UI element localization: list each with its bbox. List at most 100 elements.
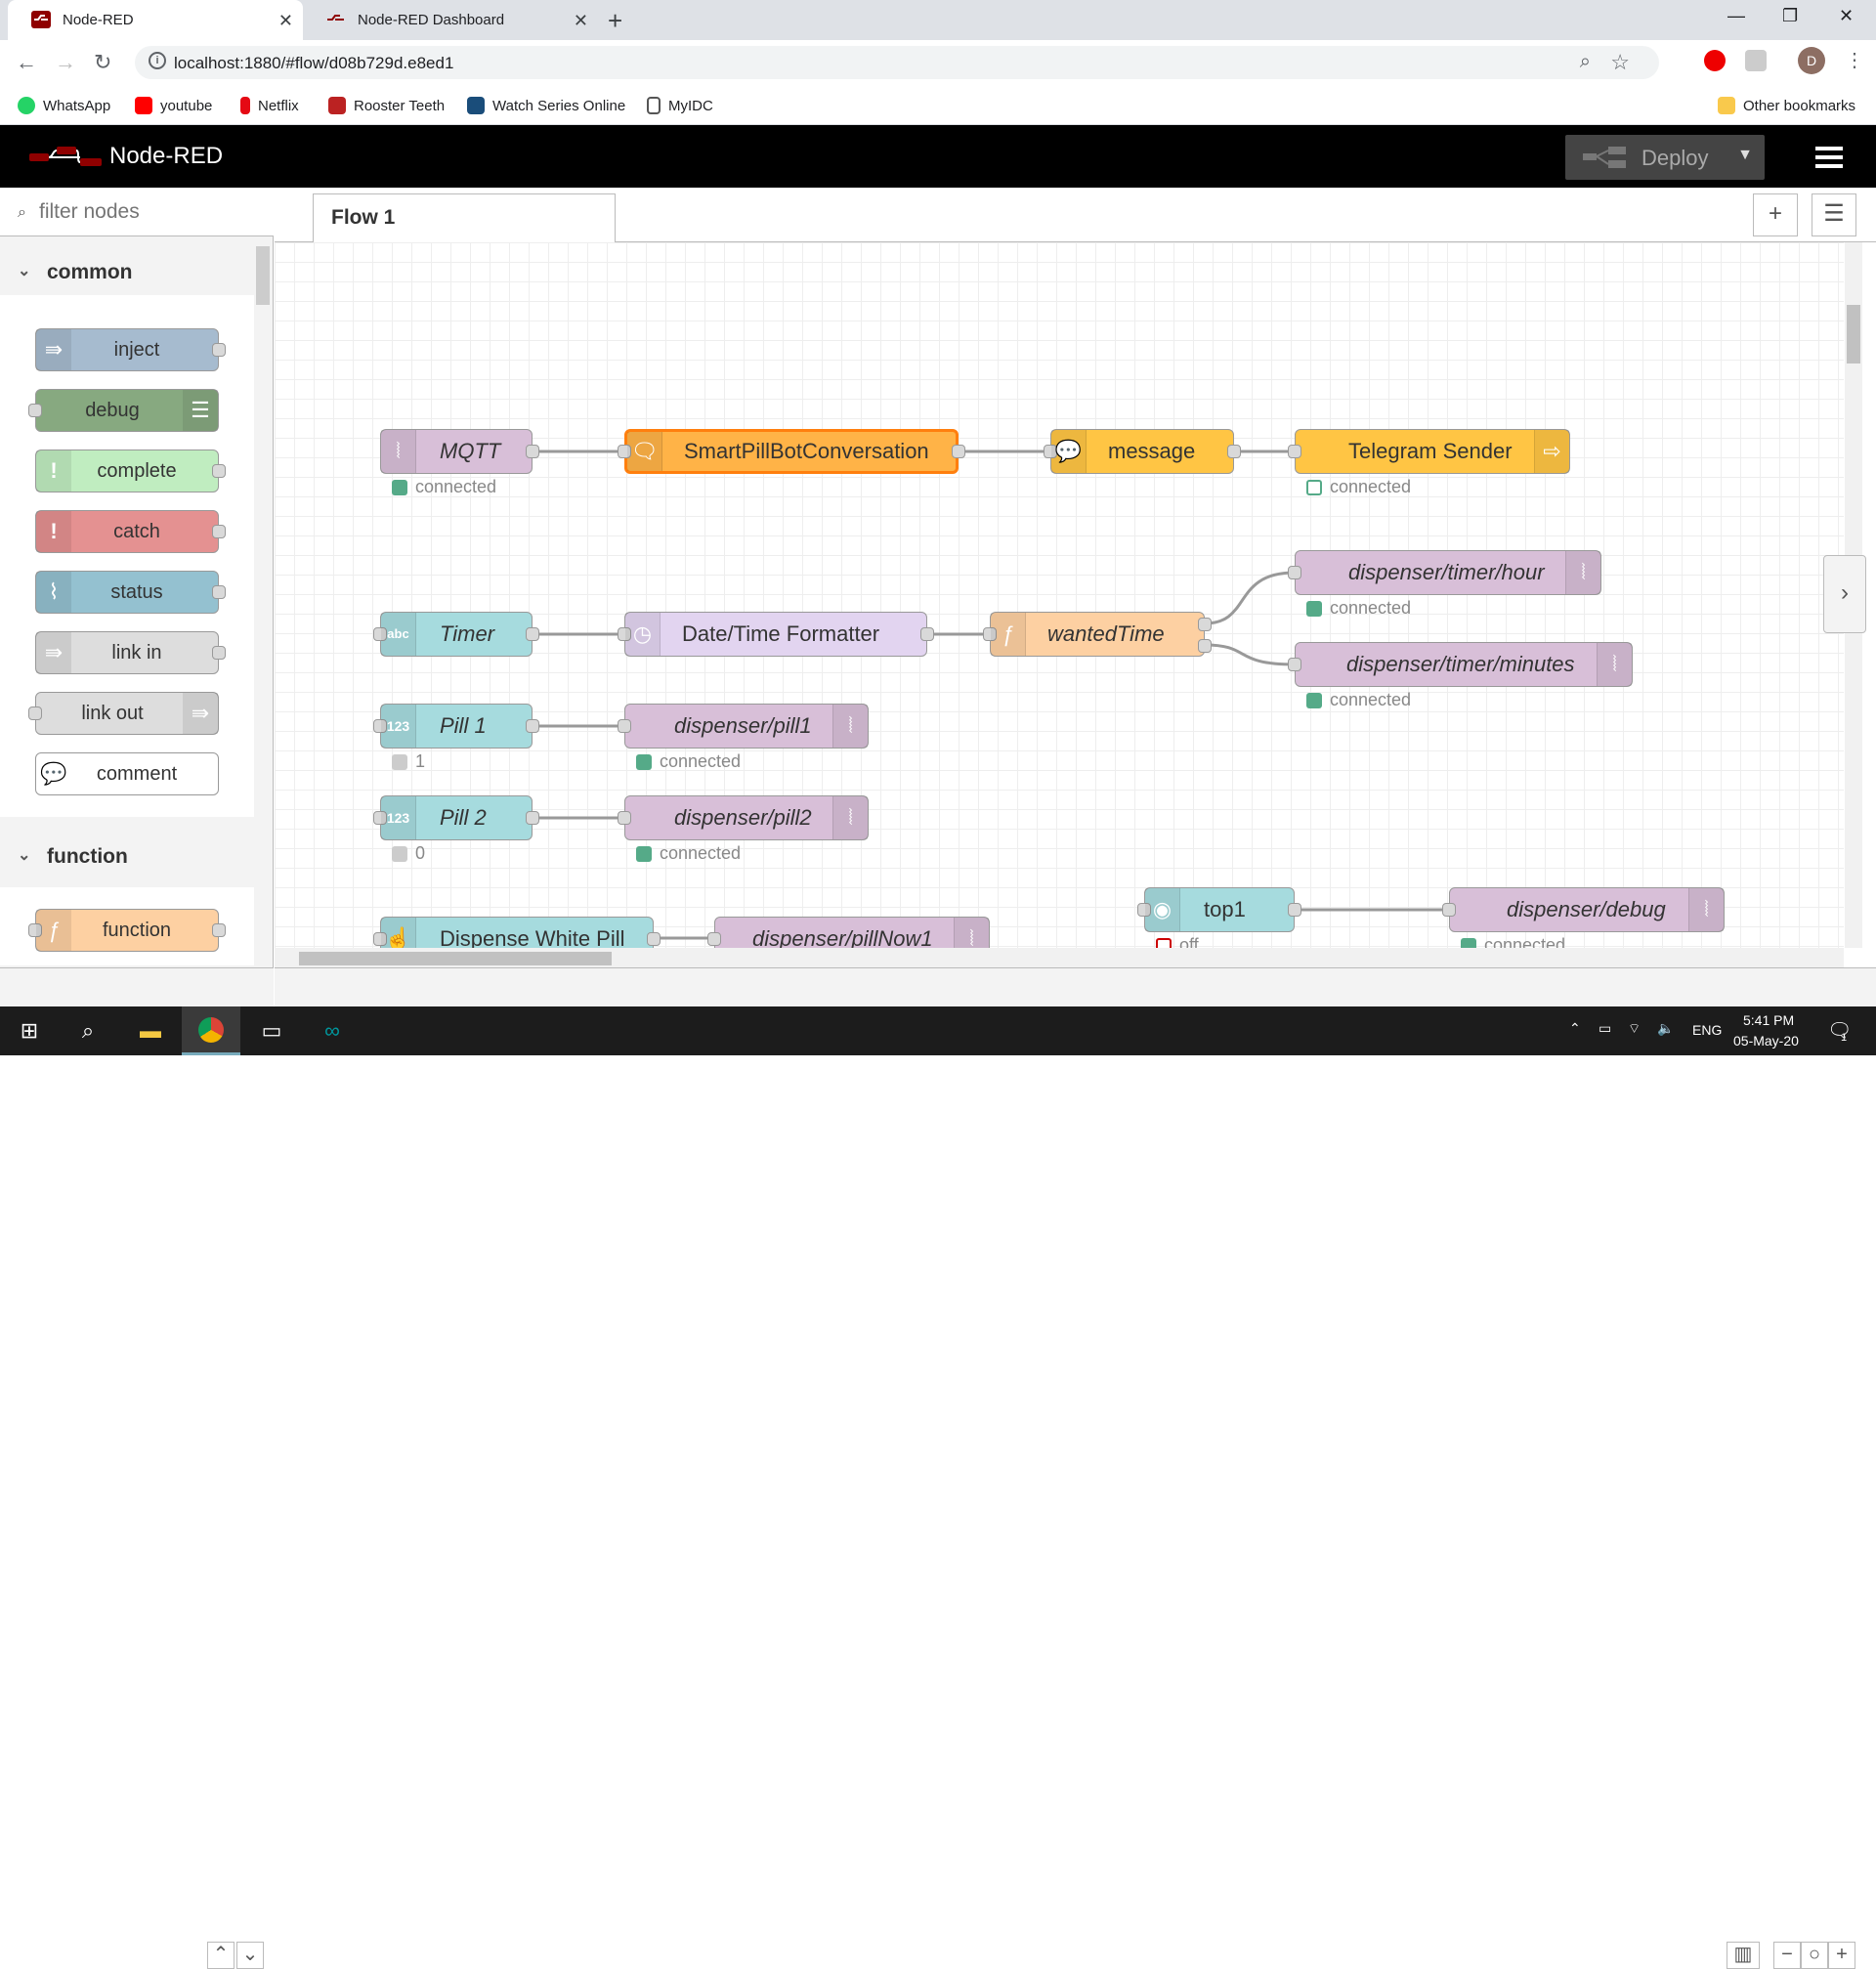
omnibox[interactable]: i localhost:1880/#flow/d08b729d.e8ed1 ⌕ … — [135, 46, 1659, 79]
clock-date[interactable]: 05-May-20 — [1733, 1033, 1799, 1049]
output-port-1[interactable] — [1198, 618, 1212, 631]
output-port[interactable] — [920, 627, 934, 641]
palette-node-link-in[interactable]: ⇛ link in — [35, 631, 226, 674]
bookmark-netflix[interactable]: Netflix — [240, 97, 299, 114]
caret-down-icon[interactable]: ▼ — [1737, 147, 1753, 164]
terminal-icon[interactable]: ▭ — [242, 1006, 301, 1055]
bookmark-other[interactable]: Other bookmarks — [1718, 97, 1855, 114]
opera-extension-icon[interactable] — [1704, 50, 1726, 71]
flow-node-dispense-white-pill[interactable]: ☝ Dispense White Pill — [373, 917, 661, 948]
palette-node-catch[interactable]: ! catch — [35, 510, 226, 553]
output-port[interactable] — [1227, 445, 1241, 458]
add-flow-button[interactable]: + — [1753, 193, 1798, 236]
bookmark-whatsapp[interactable]: WhatsApp — [18, 97, 110, 114]
file-explorer-icon[interactable]: ▬ — [121, 1006, 180, 1055]
chrome-icon[interactable] — [182, 1006, 240, 1055]
url-text[interactable]: localhost:1880/#flow/d08b729d.e8ed1 — [174, 54, 453, 73]
tray-chevron-icon[interactable]: ⌃ — [1569, 1020, 1581, 1037]
palette-node-status[interactable]: ⌇ status — [35, 571, 226, 614]
hamburger-menu-icon[interactable] — [1815, 147, 1843, 168]
volume-icon[interactable]: 🔈 — [1657, 1020, 1674, 1037]
flow-node-mqtt[interactable]: ⦚ MQTT — [380, 429, 539, 474]
flow-node-smartpill[interactable]: 🗨 SmartPillBotConversation — [618, 429, 965, 474]
notifications-icon[interactable]: 🗨 — [1827, 1018, 1852, 1043]
palette-node-function[interactable]: ƒ function — [28, 909, 226, 952]
category-common[interactable]: ⌄ common — [0, 248, 254, 295]
input-port[interactable] — [707, 932, 721, 946]
input-port[interactable] — [1288, 658, 1301, 671]
canvas-vertical-scroll-thumb[interactable] — [1847, 305, 1860, 364]
zoom-icon[interactable]: ⌕ — [1580, 51, 1591, 73]
restore-icon[interactable]: ❐ — [1782, 6, 1798, 26]
flow-list-button[interactable]: ☰ — [1812, 193, 1856, 236]
battery-icon[interactable]: ▭ — [1599, 1020, 1611, 1037]
flow-node-datetime-formatter[interactable]: ◷ Date/Time Formatter — [618, 612, 934, 657]
flow-node-telegram-sender[interactable]: Telegram Sender ⇨ — [1288, 429, 1570, 474]
tab-flow-1[interactable]: Flow 1 — [313, 193, 616, 242]
zoom-out-icon[interactable]: − — [1773, 1942, 1801, 1969]
back-icon[interactable]: ← — [16, 50, 37, 75]
sidebar-expand-button[interactable]: › — [1823, 555, 1866, 633]
zoom-reset-icon[interactable]: ○ — [1801, 1942, 1828, 1969]
flow-node-pill-2[interactable]: 123 Pill 2 — [373, 795, 539, 840]
language-indicator[interactable]: ENG — [1692, 1022, 1722, 1038]
close-tab-icon[interactable]: ✕ — [278, 11, 293, 31]
palette-node-inject[interactable]: ⇛ inject — [35, 328, 226, 371]
info-icon[interactable]: i — [149, 52, 166, 69]
bookmark-watch-series[interactable]: Watch Series Online — [467, 97, 625, 114]
flow-node-dispenser-pill2[interactable]: dispenser/pill2 ⦚ — [618, 795, 869, 840]
output-port[interactable] — [526, 627, 539, 641]
input-port[interactable] — [1288, 566, 1301, 579]
input-port[interactable] — [618, 719, 631, 733]
filter-nodes-input[interactable] — [12, 195, 266, 229]
windows-start-icon[interactable]: ⊞ — [0, 1006, 59, 1055]
bookmark-rooster-teeth[interactable]: Rooster Teeth — [328, 97, 445, 114]
flow-node-timer[interactable]: abc Timer — [373, 612, 539, 657]
output-port[interactable] — [647, 932, 661, 946]
expand-all-icon[interactable]: ⌄ — [236, 1942, 264, 1969]
arduino-icon[interactable]: ∞ — [303, 1006, 362, 1055]
flow-node-message[interactable]: 💬 message — [1044, 429, 1241, 474]
reload-icon[interactable]: ↻ — [94, 50, 111, 75]
output-port[interactable] — [526, 719, 539, 733]
flow-node-timer-hour[interactable]: dispenser/timer/hour ⦚ — [1288, 550, 1601, 595]
output-port[interactable] — [1288, 903, 1301, 917]
search-icon[interactable]: ⌕ — [59, 1006, 117, 1055]
profile-avatar[interactable]: D — [1798, 47, 1825, 74]
output-port[interactable] — [952, 445, 965, 458]
canvas-horizontal-scroll-thumb[interactable] — [299, 952, 612, 965]
new-tab-button[interactable]: + — [608, 6, 622, 36]
bookmark-youtube[interactable]: youtube — [135, 97, 212, 114]
palette-node-complete[interactable]: ! complete — [35, 449, 226, 492]
minimize-icon[interactable]: — — [1727, 6, 1745, 26]
input-port[interactable] — [618, 811, 631, 825]
flow-node-timer-minutes[interactable]: dispenser/timer/minutes ⦚ — [1288, 642, 1633, 687]
extension-icon[interactable] — [1745, 50, 1767, 71]
category-function[interactable]: ⌄ function — [0, 833, 254, 879]
flow-node-dispenser-debug[interactable]: dispenser/debug ⦚ — [1442, 887, 1725, 932]
output-port[interactable] — [526, 811, 539, 825]
flow-node-wantedtime[interactable]: ƒ wantedTime — [983, 612, 1212, 657]
input-port[interactable] — [1288, 445, 1301, 458]
collapse-all-icon[interactable]: ⌃ — [207, 1942, 234, 1969]
menu-dots-icon[interactable]: ⋮ — [1845, 48, 1864, 72]
browser-tab-node-red[interactable]: Node-RED ✕ — [8, 0, 303, 40]
palette-node-debug[interactable]: debug ☰ — [28, 389, 219, 432]
star-icon[interactable]: ☆ — [1610, 50, 1630, 75]
flow-node-dispenser-pillnow1[interactable]: dispenser/pillNow1 ⦚ — [707, 917, 990, 948]
navigator-map-icon[interactable]: ▥ — [1727, 1942, 1760, 1969]
bookmark-myidc[interactable]: MyIDC — [647, 97, 713, 114]
close-tab-icon[interactable]: ✕ — [574, 11, 588, 31]
flow-node-dispenser-pill1[interactable]: dispenser/pill1 ⦚ — [618, 704, 869, 749]
output-port[interactable] — [526, 445, 539, 458]
flow-node-pill-1[interactable]: 123 Pill 1 — [373, 704, 539, 749]
clock-time[interactable]: 5:41 PM — [1743, 1012, 1794, 1028]
deploy-button[interactable]: Deploy ▼ — [1565, 135, 1765, 180]
wifi-icon[interactable]: ⌔ — [1628, 1020, 1641, 1038]
forward-icon[interactable]: → — [55, 50, 76, 75]
output-port-2[interactable] — [1198, 639, 1212, 653]
browser-tab-dashboard[interactable]: Node-RED Dashboard ✕ — [303, 0, 598, 40]
flow-canvas[interactable]: ⦚ MQTT connected 🗨 SmartPillBotConversat… — [275, 242, 1844, 948]
zoom-in-icon[interactable]: + — [1828, 1942, 1855, 1969]
palette-node-link-out[interactable]: link out ⇛ — [28, 692, 219, 735]
